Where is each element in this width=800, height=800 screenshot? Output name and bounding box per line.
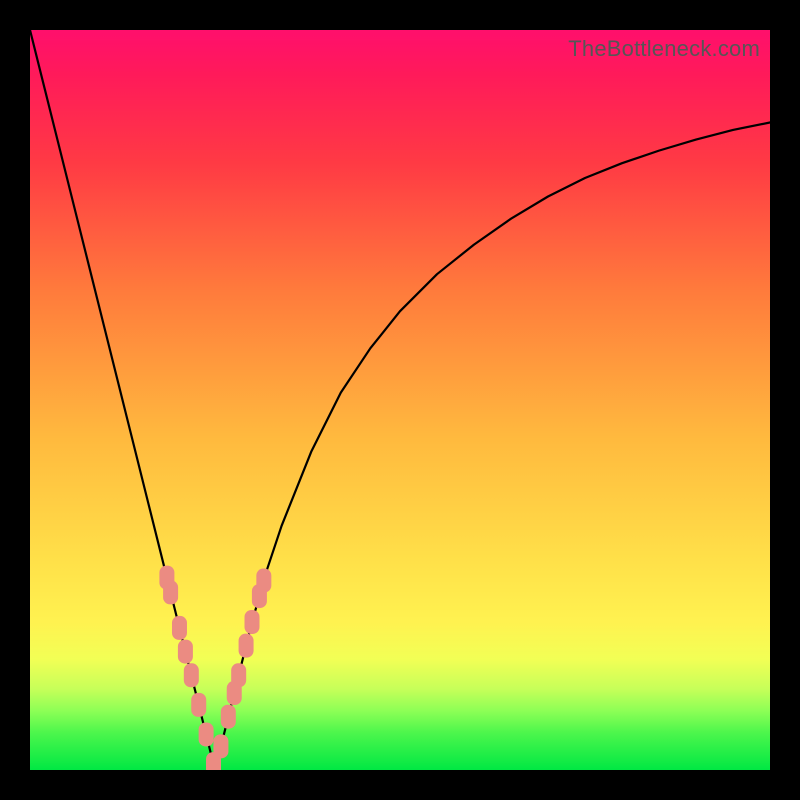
bottleneck-curve: [30, 30, 770, 770]
marker-point: [213, 734, 228, 758]
watermark-text: TheBottleneck.com: [568, 36, 760, 62]
marker-point: [221, 705, 236, 729]
marker-point: [191, 693, 206, 717]
marker-point: [231, 663, 246, 687]
marker-point: [163, 580, 178, 604]
marker-point: [199, 722, 214, 746]
outer-frame: TheBottleneck.com: [0, 0, 800, 800]
marker-point: [239, 634, 254, 658]
marker-point: [256, 569, 271, 593]
marker-point: [172, 616, 187, 640]
curve-layer: [30, 30, 770, 770]
plot-area: TheBottleneck.com: [30, 30, 770, 770]
marker-point: [184, 663, 199, 687]
marker-point: [178, 640, 193, 664]
marker-point: [245, 610, 260, 634]
marker-group: [159, 566, 271, 770]
